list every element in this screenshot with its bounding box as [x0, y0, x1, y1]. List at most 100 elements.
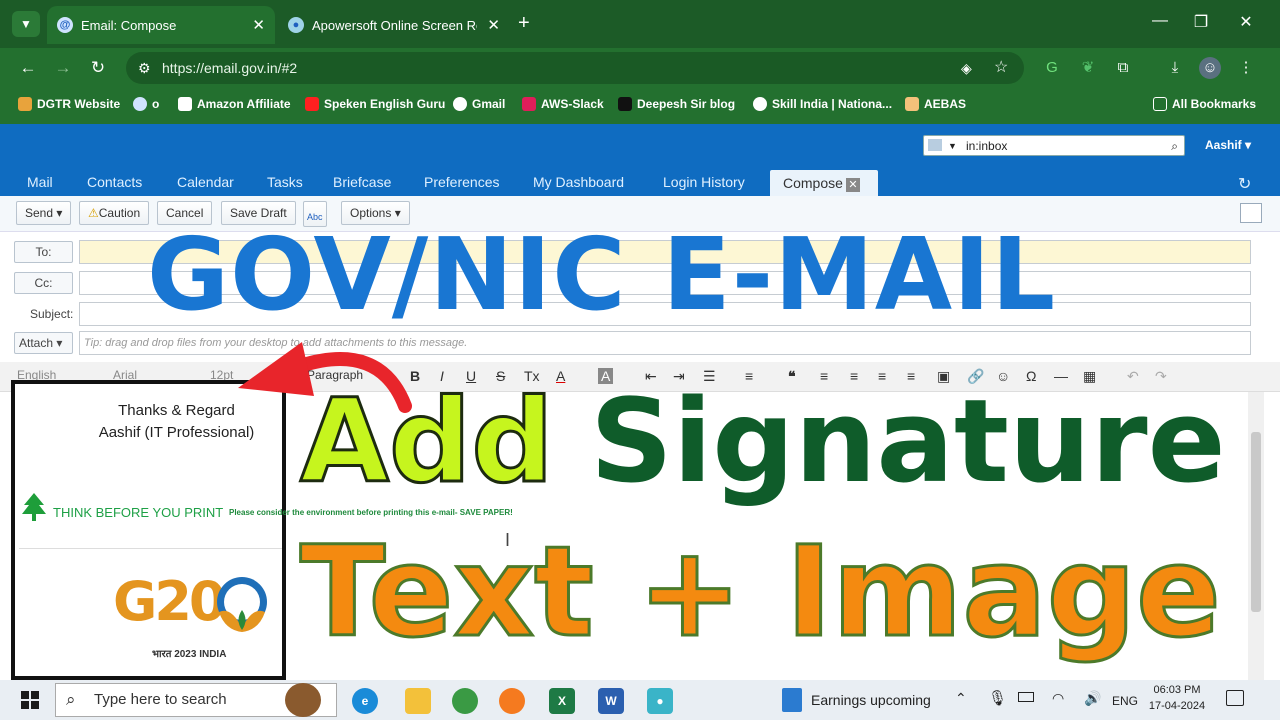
wifi-icon[interactable]: ◠ [1052, 690, 1064, 707]
bookmark-item[interactable]: Gmail [453, 97, 505, 111]
youtube-icon [305, 97, 319, 111]
bookmark-item[interactable]: Speken English Guru [305, 97, 445, 111]
clock-date[interactable]: 17-04-2024 [1147, 700, 1207, 712]
tab-title: Apowersoft Online Screen Rec [312, 17, 477, 33]
browser-menu-icon[interactable]: ⋮ [1235, 57, 1257, 79]
send-label: Send [25, 206, 54, 220]
skill-india-icon [753, 97, 767, 111]
new-window-icon[interactable] [1240, 203, 1262, 223]
site-info-icon[interactable]: ⚙ [138, 52, 151, 84]
new-tab-button[interactable]: + [518, 12, 530, 35]
bookmark-label: Deepesh Sir blog [637, 97, 736, 111]
back-arrow-icon[interactable]: ← [16, 56, 40, 80]
aebas-icon [905, 97, 919, 111]
input-language[interactable]: ENG [1112, 694, 1138, 708]
bookmark-item[interactable]: AWS-Slack [522, 97, 604, 111]
battery-icon[interactable] [1018, 692, 1034, 702]
overlay-signature: Signature [590, 375, 1226, 509]
show-hidden-icons-icon[interactable]: ⌃ [955, 690, 967, 707]
chrome-icon[interactable] [452, 688, 478, 714]
attach-button[interactable]: Attach ▾ [14, 332, 73, 354]
mail-search-input[interactable]: ▼ in:inbox ⌕ [923, 135, 1185, 156]
url-bar[interactable]: ⚙ https://email.gov.in/#2 ◈ ☆ [126, 52, 1024, 84]
editor-scrollbar[interactable] [1248, 392, 1264, 680]
divider [19, 548, 282, 549]
minimize-icon[interactable]: — [1145, 12, 1175, 30]
user-menu[interactable]: Aashif ▾ [1205, 138, 1251, 152]
search-icon[interactable]: ⌕ [1171, 136, 1178, 156]
all-bookmarks[interactable]: All Bookmarks [1153, 97, 1256, 111]
tab-my-dashboard[interactable]: My Dashboard [533, 174, 624, 190]
refresh-icon[interactable]: ↻ [1238, 174, 1251, 194]
to-button[interactable]: To: [14, 241, 73, 263]
close-tab-icon[interactable]: ✕ [252, 16, 265, 34]
chevron-down-icon[interactable]: ▼ [948, 136, 957, 156]
profile-avatar[interactable]: ☺ [1199, 57, 1221, 79]
search-placeholder: Type here to search [94, 691, 227, 708]
bookmark-item[interactable]: DGTR Website [18, 97, 120, 111]
tab-compose[interactable]: Compose ✕ [770, 170, 878, 196]
close-icon[interactable]: ✕ [845, 178, 860, 192]
clock-time[interactable]: 06:03 PM [1147, 684, 1207, 696]
extensions-puzzle-icon[interactable]: ⧉ [1112, 57, 1134, 79]
send-button[interactable]: Send ▾ [16, 201, 72, 225]
warning-icon: ⚠ [88, 206, 99, 220]
word-icon[interactable]: W [598, 688, 624, 714]
recorder-favicon-icon: ● [288, 17, 304, 33]
search-highlight-mascot-icon[interactable] [285, 683, 321, 717]
windows-start-icon[interactable] [21, 691, 39, 709]
notification-icon[interactable] [1226, 690, 1244, 706]
reload-icon[interactable]: ↻ [86, 56, 110, 80]
g20-lotus-globe-icon [211, 574, 273, 636]
close-tab-icon[interactable]: ✕ [487, 16, 500, 34]
tab-tasks[interactable]: Tasks [267, 174, 303, 190]
bookmark-label: Gmail [472, 97, 506, 111]
tab-mail[interactable]: Mail [27, 174, 53, 190]
bookmark-item[interactable]: Deepesh Sir blog [618, 97, 735, 111]
bookmark-item[interactable]: Skill India | Nationa... [753, 97, 892, 111]
tab-login-history[interactable]: Login History [663, 174, 745, 190]
firefox-icon[interactable] [499, 688, 525, 714]
file-explorer-icon[interactable] [405, 688, 431, 714]
edge-icon[interactable]: e [352, 688, 378, 714]
overlay-add: Add [299, 375, 556, 509]
scroll-thumb[interactable] [1251, 432, 1261, 612]
excel-icon[interactable]: X [549, 688, 575, 714]
tab-search-menu-button[interactable]: ▼ [12, 11, 40, 37]
attach-label: Attach [19, 336, 54, 350]
bookmark-label: All Bookmarks [1172, 97, 1257, 111]
bookmark-item[interactable]: o [133, 97, 159, 111]
lens-icon[interactable]: ◈ [961, 52, 972, 84]
bookmark-item[interactable]: AEBAS [905, 97, 966, 111]
amazon-icon [178, 97, 192, 111]
grammarly-extension-icon[interactable]: G [1041, 57, 1063, 79]
screen-recorder-icon[interactable]: ● [647, 688, 673, 714]
bookmark-label: o [152, 97, 160, 111]
medium-icon [618, 97, 632, 111]
g20-logo-text: G20 [113, 570, 226, 633]
tab-apowersoft[interactable]: ● Apowersoft Online Screen Rec ✕ [278, 6, 510, 44]
compose-tab-label: Compose [783, 175, 843, 191]
tab-calendar[interactable]: Calendar [177, 174, 234, 190]
caution-button[interactable]: ⚠Caution [79, 201, 150, 225]
download-icon[interactable]: ⤓ [1164, 57, 1186, 79]
tab-preferences[interactable]: Preferences [424, 174, 499, 190]
tab-briefcase[interactable]: Briefcase [333, 174, 391, 190]
tab-contacts[interactable]: Contacts [87, 174, 142, 190]
search-type-icon[interactable] [928, 139, 942, 151]
extension-leaf-icon[interactable]: ❦ [1077, 57, 1099, 79]
restore-icon[interactable]: ❐ [1186, 12, 1216, 32]
text-color-icon[interactable]: A [556, 368, 565, 384]
bookmark-item[interactable]: Amazon Affiliate [178, 97, 291, 111]
bookmark-star-icon[interactable]: ☆ [994, 52, 1008, 84]
news-ticker[interactable]: Earnings upcoming [811, 692, 931, 708]
microphone-icon[interactable]: 🎙 [988, 689, 1007, 707]
cc-button[interactable]: Cc: [14, 272, 73, 294]
close-window-icon[interactable]: ✕ [1231, 12, 1261, 32]
volume-icon[interactable]: 🔊 [1084, 690, 1101, 707]
slack-icon [522, 97, 536, 111]
email-favicon-icon: @ [57, 17, 73, 33]
tab-email-compose[interactable]: @ Email: Compose ✕ [47, 6, 275, 44]
forward-arrow-icon[interactable]: → [51, 56, 75, 80]
browser-tab-strip: ▼ @ Email: Compose ✕ ● Apowersoft Online… [0, 0, 1280, 48]
